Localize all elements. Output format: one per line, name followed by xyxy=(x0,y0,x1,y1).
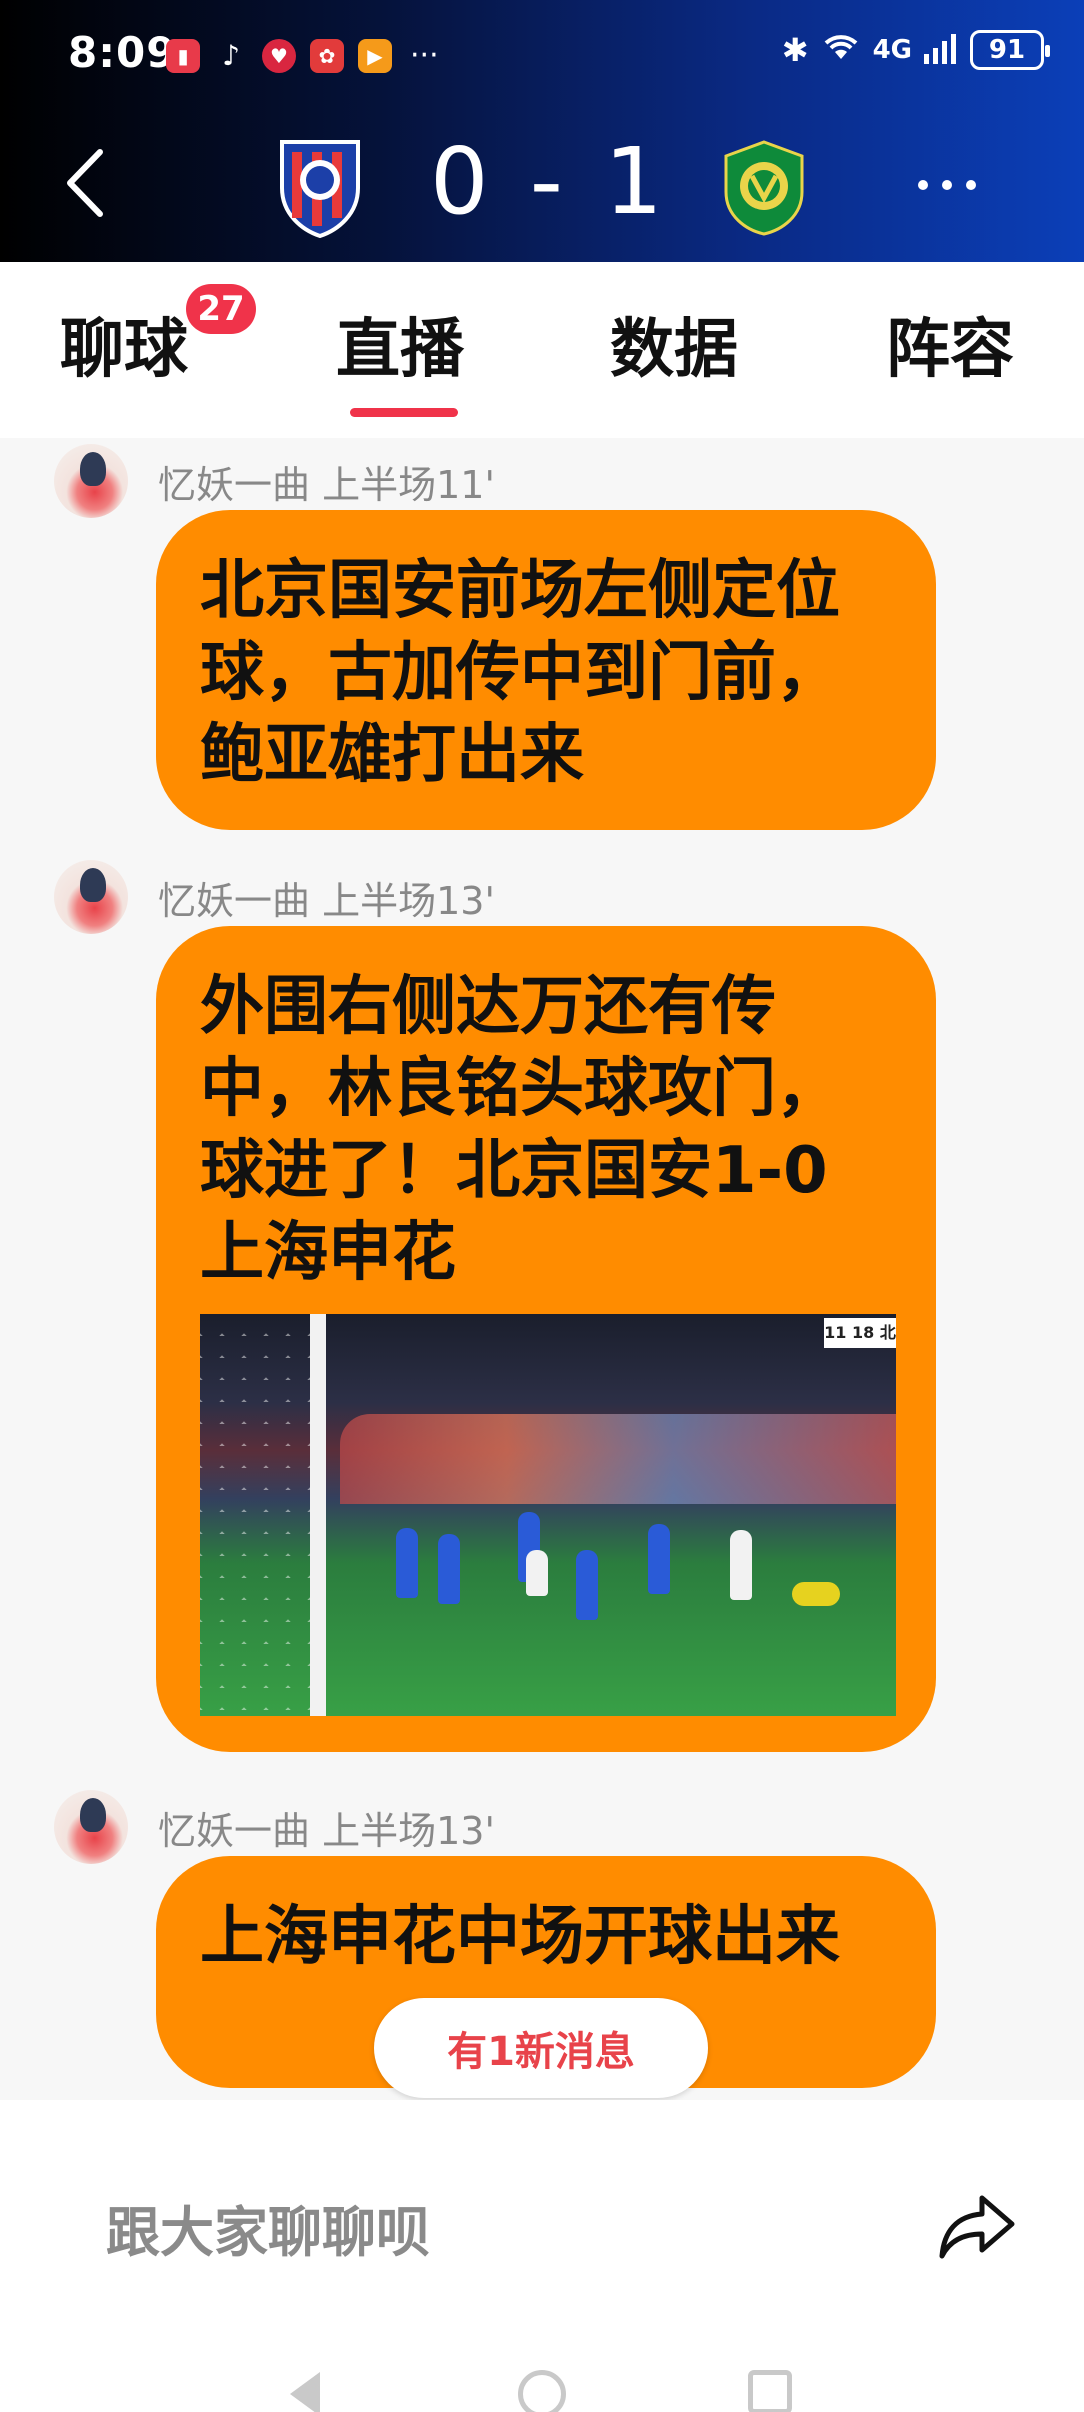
message-bubble: 北京国安前场左侧定位球，古加传中到门前，鲍亚雄打出来 xyxy=(156,510,936,830)
tab-bar: 聊球 27 直播 数据 阵容 xyxy=(0,262,1084,438)
video-app-icon: ▶ xyxy=(358,38,392,73)
match-header: 8:09 ▮ ♪ ♥ ✿ ▶ ··· ✱ 4G 91 0 - 1 xyxy=(0,0,1084,262)
tab-lineup[interactable]: 阵容 xyxy=(886,298,1014,390)
goal-post xyxy=(310,1314,326,1716)
system-status: ✱ 4G 91 xyxy=(781,30,1050,70)
signal-icon xyxy=(924,32,958,68)
status-app-icons: ▮ ♪ ♥ ✿ ▶ ··· xyxy=(166,38,439,73)
share-button[interactable] xyxy=(938,2192,1016,2262)
message-text: 北京国安前场左侧定位球，古加传中到门前，鲍亚雄打出来 xyxy=(200,554,840,792)
status-more: ··· xyxy=(410,38,439,73)
message-meta: 忆妖一曲 上半场13' xyxy=(158,870,495,925)
goal-photo[interactable]: 11 18 北 xyxy=(200,1314,896,1716)
message-header: 忆妖一曲 上半场11' xyxy=(54,444,495,518)
message-meta: 忆妖一曲 上半场11' xyxy=(158,454,495,509)
message-text: 外围右侧达万还有传中，林良铭头球攻门，球进了！北京国安1-0上海申花 xyxy=(200,970,840,1290)
tab-chat[interactable]: 聊球 xyxy=(60,298,188,390)
more-options-button[interactable] xyxy=(918,180,976,190)
player xyxy=(730,1530,752,1600)
share-icon xyxy=(939,2195,1015,2259)
message-text: 上海申花中场开球出来 xyxy=(200,1900,840,1974)
status-time: 8:09 xyxy=(68,28,177,77)
nav-recents-icon[interactable] xyxy=(748,2370,792,2412)
status-bar: 8:09 ▮ ♪ ♥ ✿ ▶ ··· ✱ 4G 91 xyxy=(0,0,1084,112)
more-dot-icon xyxy=(966,180,976,190)
nav-home-icon[interactable] xyxy=(518,2370,566,2412)
match-time: 上半场13' xyxy=(322,878,495,923)
player xyxy=(576,1550,598,1620)
avatar[interactable] xyxy=(54,444,128,518)
more-dot-icon xyxy=(918,180,928,190)
active-tab-indicator xyxy=(350,408,458,417)
tiktok-icon: ♪ xyxy=(222,39,240,72)
message-bubble: 外围右侧达万还有传中，林良铭头球攻门，球进了！北京国安1-0上海申花 11 18… xyxy=(156,926,936,1752)
system-nav-bar xyxy=(0,2360,1084,2412)
shanghai-shenhua-crest[interactable] xyxy=(268,134,372,239)
back-button[interactable] xyxy=(62,148,106,218)
player xyxy=(396,1528,418,1598)
more-dot-icon xyxy=(942,180,952,190)
player xyxy=(438,1534,460,1604)
broadcast-scorebox: 11 18 北 xyxy=(824,1318,896,1348)
wifi-icon xyxy=(821,31,861,70)
chevron-left-icon xyxy=(67,149,103,217)
chat-count-badge: 27 xyxy=(186,284,256,334)
match-time: 上半场13' xyxy=(322,1808,495,1853)
stadium-stand xyxy=(340,1414,896,1504)
live-feed[interactable]: 忆妖一曲 上半场11' 北京国安前场左侧定位球，古加传中到门前，鲍亚雄打出来 忆… xyxy=(0,438,1084,2100)
tab-data[interactable]: 数据 xyxy=(610,298,738,390)
username: 忆妖一曲 xyxy=(158,1808,311,1853)
book-app-icon: ▮ xyxy=(166,38,200,73)
match-time: 上半场11' xyxy=(322,462,495,507)
new-message-pill[interactable]: 有1新消息 xyxy=(374,1998,708,2098)
heart-app-icon: ♥ xyxy=(262,38,296,73)
player xyxy=(648,1524,670,1594)
network-type: 4G xyxy=(872,35,912,65)
avatar[interactable] xyxy=(54,860,128,934)
avatar[interactable] xyxy=(54,1790,128,1864)
goalkeeper xyxy=(792,1582,840,1606)
match-score: 0 - 1 xyxy=(430,128,669,235)
message-header: 忆妖一曲 上半场13' xyxy=(54,1790,495,1864)
chat-input[interactable]: 跟大家聊聊呗 xyxy=(106,2188,430,2267)
battery-indicator: 91 xyxy=(970,30,1050,70)
message-header: 忆妖一曲 上半场13' xyxy=(54,860,495,934)
bluetooth-icon: ✱ xyxy=(781,31,809,69)
player xyxy=(526,1550,548,1596)
username: 忆妖一曲 xyxy=(158,878,311,923)
beijing-guoan-crest[interactable] xyxy=(722,140,806,236)
goal-net xyxy=(200,1314,320,1716)
huawei-icon: ✿ xyxy=(310,38,344,73)
message-meta: 忆妖一曲 上半场13' xyxy=(158,1800,495,1855)
username: 忆妖一曲 xyxy=(158,462,311,507)
tab-live[interactable]: 直播 xyxy=(336,298,464,390)
nav-back-icon[interactable] xyxy=(290,2372,320,2412)
